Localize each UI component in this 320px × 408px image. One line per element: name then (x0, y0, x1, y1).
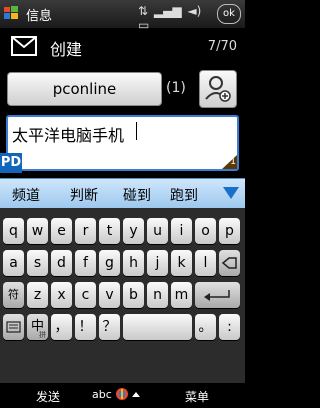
key-b[interactable]: b (123, 282, 144, 308)
status-bar: 信息 ⇅ ▂▄▆ ◄) ▭ ok (0, 0, 245, 32)
windows-start-icon[interactable] (4, 6, 18, 20)
key-e[interactable]: e (51, 218, 72, 244)
message-textarea[interactable]: 太平洋电脑手机 1 (6, 115, 239, 171)
candidate-1[interactable]: 频道 (12, 185, 40, 205)
enter-icon (204, 290, 230, 301)
ime-logo[interactable]: PD (0, 153, 22, 173)
key-s[interactable]: s (27, 250, 48, 276)
soft-keyboard: q w e r t y u i o p a s d f g h j k l 符 … (0, 208, 245, 383)
key-h[interactable]: h (123, 250, 144, 276)
symbol-key[interactable]: 符 (3, 282, 24, 308)
space-key[interactable] (123, 314, 192, 340)
compose-header: 创建 7/70 (0, 29, 245, 65)
exclaim-key[interactable]: ！ (75, 314, 96, 340)
character-counter: 7/70 (207, 39, 237, 54)
menu-softkey[interactable]: 菜单 (185, 388, 209, 405)
key-g[interactable]: g (99, 250, 120, 276)
candidate-4[interactable]: 跑到 (170, 185, 198, 205)
key-w[interactable]: w (27, 218, 48, 244)
backspace-key[interactable] (219, 250, 240, 276)
key-p[interactable]: p (219, 218, 240, 244)
backspace-icon (221, 257, 237, 269)
comma-key[interactable]: ， (51, 314, 72, 340)
recipient-field[interactable]: pconline (7, 72, 162, 106)
input-panel-icon[interactable] (115, 387, 129, 401)
candidate-2[interactable]: 判断 (70, 185, 98, 205)
key-q[interactable]: q (3, 218, 24, 244)
key-o[interactable]: o (195, 218, 216, 244)
key-v[interactable]: v (99, 282, 120, 308)
key-x[interactable]: x (51, 282, 72, 308)
period-key[interactable]: 。 (195, 314, 216, 340)
key-l[interactable]: l (195, 250, 216, 276)
signal-icon: ▂▄▆ (153, 4, 182, 18)
key-n[interactable]: n (147, 282, 168, 308)
connectivity-icon: ⇅ (138, 4, 149, 18)
pinyin-sub-label: 拼 (39, 331, 46, 339)
softkey-bar: 发送 abc 菜单 (0, 383, 245, 408)
candidate-bar: 频道 判断 碰到 跑到 (0, 178, 245, 209)
colon-key[interactable]: : (219, 314, 240, 340)
message-text: 太平洋电脑手机 (12, 126, 125, 145)
key-z[interactable]: z (27, 282, 48, 308)
key-j[interactable]: j (147, 250, 168, 276)
key-u[interactable]: u (147, 218, 168, 244)
add-contact-icon (205, 76, 231, 102)
key-f[interactable]: f (75, 250, 96, 276)
app-title: 信息 (26, 9, 53, 24)
chinese-pinyin-key[interactable]: 中 拼 (27, 314, 48, 340)
keyboard-icon (6, 321, 21, 333)
envelope-icon (11, 36, 37, 56)
key-r[interactable]: r (75, 218, 96, 244)
key-i[interactable]: i (171, 218, 192, 244)
key-k[interactable]: k (171, 250, 192, 276)
page-title: 创建 (50, 40, 83, 59)
key-a[interactable]: a (3, 250, 24, 276)
chevron-up-icon[interactable] (132, 392, 140, 397)
candidate-3[interactable]: 碰到 (123, 185, 151, 205)
status-icons[interactable]: ⇅ ▂▄▆ ◄) ▭ (138, 4, 218, 32)
send-softkey[interactable]: 发送 (36, 388, 60, 405)
volume-icon: ◄) (187, 4, 202, 18)
question-key[interactable]: ？ (99, 314, 120, 340)
key-d[interactable]: d (51, 250, 72, 276)
keyboard-toggle-key[interactable] (3, 314, 24, 340)
enter-key[interactable] (195, 282, 240, 308)
ok-button[interactable]: ok (217, 4, 241, 24)
expand-candidates-icon[interactable] (223, 187, 239, 199)
add-contact-button[interactable] (199, 70, 237, 108)
key-y[interactable]: y (123, 218, 144, 244)
input-mode-label[interactable]: abc (92, 388, 112, 401)
key-m[interactable]: m (171, 282, 192, 308)
key-c[interactable]: c (75, 282, 96, 308)
key-t[interactable]: t (99, 218, 120, 244)
recipient-count: (1) (166, 80, 186, 96)
text-cursor (136, 122, 137, 140)
page-badge: 1 (222, 155, 237, 169)
